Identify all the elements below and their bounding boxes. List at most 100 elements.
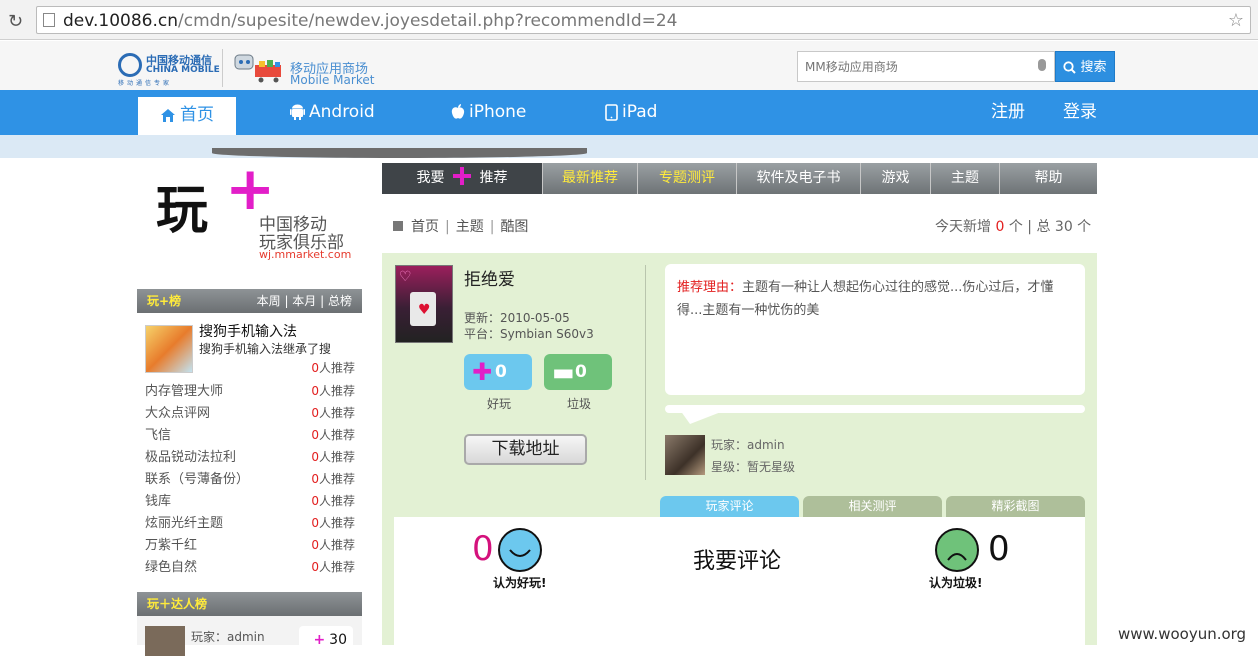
tab-themes[interactable]: 主题 xyxy=(931,163,1000,194)
rank-count-suffix: 人推荐 xyxy=(318,538,355,552)
rank-item-name[interactable]: 大众点评网 xyxy=(145,402,210,421)
vote-good-button[interactable]: ✚ 0 xyxy=(464,354,532,390)
microphone-icon[interactable] xyxy=(1038,59,1046,71)
download-button[interactable]: 下载地址 xyxy=(464,434,587,465)
reason-label: 推荐理由： xyxy=(677,280,743,295)
tab-help[interactable]: 帮助 xyxy=(1000,163,1097,194)
mobile-market-logo[interactable]: 移动应用商场 Mobile Market xyxy=(222,49,382,87)
app-icon[interactable]: ♡ ♥ xyxy=(395,265,453,343)
minus-icon: ▬ xyxy=(552,358,575,386)
search-box xyxy=(797,51,1055,82)
rank-item-name[interactable]: 飞信 xyxy=(145,424,171,443)
rank-item-name[interactable]: 炫丽光纤主题 xyxy=(145,512,223,531)
play-club-logo[interactable]: 玩 + 中国移动 玩家俱乐部 wj.mmarket.com xyxy=(137,154,362,270)
list-item[interactable]: 大众点评网 0人推荐 xyxy=(145,402,355,424)
tab-related-reviews-label: 相关测评 xyxy=(848,499,897,513)
write-comment-button[interactable]: 我要评论 xyxy=(693,543,781,575)
app-platform: 平台：Symbian S60v3 xyxy=(464,327,594,341)
breadcrumb-separator: | xyxy=(489,219,495,235)
main-nav: 首页 Android iPhone iPad 注册 登录 xyxy=(0,90,1258,135)
tab-games[interactable]: 游戏 xyxy=(861,163,931,194)
rank-item-name[interactable]: 万紫千红 xyxy=(145,534,197,553)
rank-tab-week[interactable]: 本周 xyxy=(257,294,281,308)
list-item[interactable]: 极品锐动法拉利 0人推荐 xyxy=(145,446,355,468)
list-item[interactable]: 钱库 0人推荐 xyxy=(145,490,355,512)
watermark: www.wooyun.org xyxy=(1118,625,1247,643)
search-button[interactable]: 搜索 xyxy=(1055,51,1115,82)
expert-player-name[interactable]: 玩家：admin xyxy=(191,628,265,645)
tab-player-comments[interactable]: 玩家评论 xyxy=(660,496,799,517)
nav-android[interactable]: Android xyxy=(290,90,375,135)
list-item[interactable]: 炫丽光纤主题 0人推荐 xyxy=(145,512,355,534)
play-logo-url: wj.mmarket.com xyxy=(259,248,352,261)
tab-recommend[interactable]: 我要 推荐 xyxy=(382,163,543,194)
tab-software[interactable]: 软件及电子书 xyxy=(737,163,861,194)
url-text[interactable]: dev.10086.cn/cmdn/supesite/newdev.joyesd… xyxy=(63,11,677,31)
nav-home[interactable]: 首页 xyxy=(138,97,236,135)
tab-related-reviews[interactable]: 相关测评 xyxy=(803,496,942,517)
search-button-label: 搜索 xyxy=(1080,60,1107,75)
bad-count: 0 xyxy=(988,529,1010,569)
nav-ipad[interactable]: iPad xyxy=(605,90,657,135)
total-count: 30 xyxy=(1054,219,1073,235)
login-link[interactable]: 登录 xyxy=(1063,90,1097,135)
player-name[interactable]: 玩家：admin xyxy=(711,436,785,453)
tab-screenshots[interactable]: 精彩截图 xyxy=(946,496,1085,517)
rank-tab-month[interactable]: 本月 xyxy=(292,294,316,308)
register-link[interactable]: 注册 xyxy=(991,90,1025,135)
breadcrumb-cool[interactable]: 酷图 xyxy=(500,219,528,235)
frown-icon[interactable] xyxy=(935,528,979,572)
reload-icon[interactable]: ↻ xyxy=(8,11,23,32)
play-logo-char: 玩 xyxy=(156,180,209,241)
nav-iphone-label: iPhone xyxy=(469,102,527,122)
tab-latest-label: 最新推荐 xyxy=(562,170,618,186)
tab-latest[interactable]: 最新推荐 xyxy=(543,163,638,194)
stats-prefix: 今天新增 xyxy=(935,219,996,235)
rank-item-name[interactable]: 内存管理大师 xyxy=(145,380,223,399)
list-item[interactable]: 内存管理大师 0人推荐 xyxy=(145,380,355,402)
list-item[interactable]: 联系（号薄备份） 0人推荐 xyxy=(145,468,355,490)
tab-themes-label: 主题 xyxy=(951,170,979,186)
rank-item-name[interactable]: 联系（号薄备份） xyxy=(145,468,249,487)
smile-icon[interactable] xyxy=(498,528,542,572)
app-title: 拒绝爱 xyxy=(464,270,515,290)
avatar[interactable] xyxy=(145,626,185,656)
breadcrumb-separator: | xyxy=(445,219,450,235)
search-input[interactable] xyxy=(798,52,1028,81)
rank-count: 0 xyxy=(311,384,319,398)
url-path: /cmdn/supesite/newdev.joyesdetail.php?re… xyxy=(178,11,678,31)
apple-icon xyxy=(451,104,465,119)
speech-bubble-bar xyxy=(665,405,1085,413)
rank-count: 0 xyxy=(311,406,319,420)
expert-count-badge: +30 xyxy=(299,626,353,656)
tab-help-label: 帮助 xyxy=(1034,170,1063,186)
breadcrumb-home[interactable]: 首页 xyxy=(411,219,439,235)
list-item[interactable]: 万紫千红 0人推荐 xyxy=(145,534,355,556)
register-label: 注册 xyxy=(991,102,1025,122)
tab-screenshots-label: 精彩截图 xyxy=(991,499,1040,513)
list-item[interactable]: 飞信 0人推荐 xyxy=(145,424,355,446)
address-bar[interactable]: dev.10086.cn/cmdn/supesite/newdev.joyesd… xyxy=(36,6,1251,34)
rank-count: 0 xyxy=(311,494,319,508)
rank-tab-all[interactable]: 总榜 xyxy=(328,294,352,308)
rank-count: 0 xyxy=(311,560,319,574)
vote-bad-button[interactable]: ▬ 0 xyxy=(544,354,612,390)
tab-special[interactable]: 专题测评 xyxy=(638,163,737,194)
expert-list: 玩家：admin +30 xyxy=(137,616,362,656)
heart-icon: ♡ xyxy=(399,269,412,285)
nav-iphone[interactable]: iPhone xyxy=(451,90,526,135)
robot-mascot-icon xyxy=(234,54,281,83)
rank-first-name[interactable]: 搜狗手机输入法 xyxy=(199,321,297,341)
tab-recommend-label-a: 我要 xyxy=(416,170,445,186)
rank-item-name[interactable]: 绿色自然 xyxy=(145,556,197,575)
tablet-icon xyxy=(605,103,618,121)
rank-item-name[interactable]: 钱库 xyxy=(145,490,171,509)
mm-logo-en: Mobile Market xyxy=(290,73,375,87)
speech-bubble-tail xyxy=(680,410,726,424)
bookmark-star-icon[interactable]: ☆ xyxy=(1228,10,1244,31)
avatar[interactable] xyxy=(665,435,705,475)
list-item[interactable]: 绿色自然 0人推荐 xyxy=(145,556,355,578)
china-mobile-logo[interactable]: 中国移动通信 CHINA MOBILE 移动通信专家 xyxy=(118,51,220,87)
rank-item-name[interactable]: 极品锐动法拉利 xyxy=(145,446,236,465)
breadcrumb-theme[interactable]: 主题 xyxy=(456,219,484,235)
